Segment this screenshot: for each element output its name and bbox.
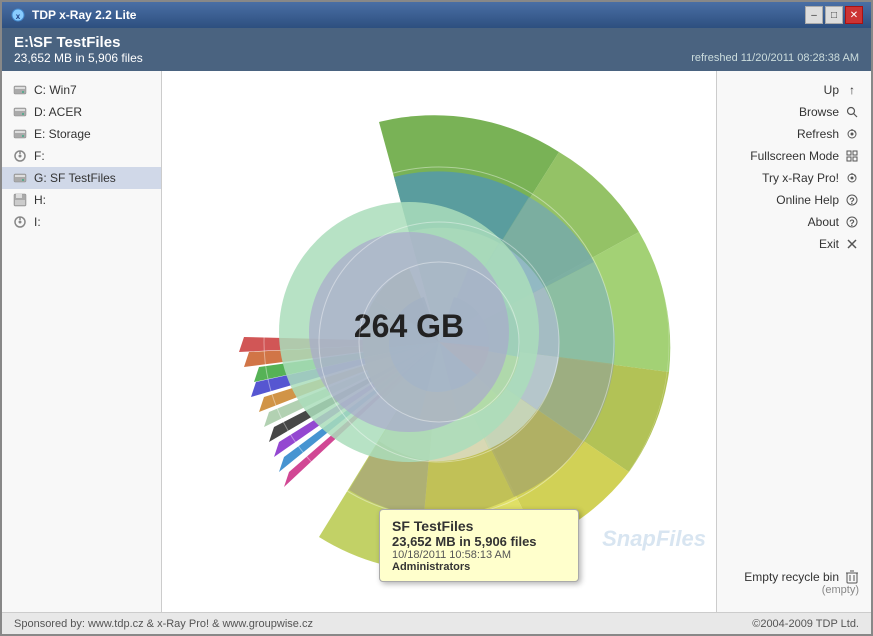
footer: Sponsored by: www.tdp.cz & x-Ray Pro! & …	[2, 612, 871, 634]
tooltip-owner: Administrators	[392, 561, 566, 573]
drive-label-i: I:	[34, 215, 41, 229]
window-controls: – □ ✕	[805, 6, 863, 24]
nav-about-label: About	[808, 215, 839, 229]
nav-fullscreen-label: Fullscreen Mode	[750, 149, 839, 163]
exit-icon	[845, 237, 859, 251]
tooltip-date: 10/18/2011 10:58:13 AM	[392, 549, 566, 561]
drive-item-f[interactable]: F:	[2, 145, 161, 167]
svg-text:x: x	[16, 12, 21, 21]
svg-text:264 GB: 264 GB	[354, 308, 464, 344]
recycle-status: (empty)	[729, 584, 859, 596]
xraypro-icon	[845, 171, 859, 185]
nav-up-label: Up	[824, 83, 839, 97]
chart-area[interactable]: 264 GB SnapFiles SF TestFiles 23,652 MB …	[162, 71, 716, 612]
nav-about[interactable]: About ?	[717, 211, 871, 233]
nav-browse[interactable]: Browse	[717, 101, 871, 123]
nav-help-label: Online Help	[776, 193, 839, 207]
tooltip-size: 23,652 MB in 5,906 files	[392, 534, 566, 549]
drive-list: C: Win7 D: ACER	[2, 71, 162, 612]
recycle-section: Empty recycle bin (empty)	[717, 562, 871, 604]
nav-exit-label: Exit	[819, 237, 839, 251]
drive-label-d: D: ACER	[34, 105, 82, 119]
nav-xraypro[interactable]: Try x-Ray Pro!	[717, 167, 871, 189]
hdd-icon-e	[12, 126, 28, 142]
drive-item-i[interactable]: I:	[2, 211, 161, 233]
svg-text:?: ?	[849, 196, 855, 206]
drive-item-g[interactable]: G: SF TestFiles	[2, 167, 161, 189]
title-bar-left: x TDP x-Ray 2.2 Lite	[10, 7, 136, 23]
drive-item-c[interactable]: C: Win7	[2, 79, 161, 101]
hdd-icon-g	[12, 170, 28, 186]
nav-fullscreen[interactable]: Fullscreen Mode	[717, 145, 871, 167]
tooltip-title: SF TestFiles	[392, 518, 566, 534]
nav-help[interactable]: Online Help ?	[717, 189, 871, 211]
minimize-button[interactable]: –	[805, 6, 823, 24]
recycle-icon	[845, 570, 859, 584]
nav-refresh-label: Refresh	[797, 127, 839, 141]
hdd-icon-c	[12, 82, 28, 98]
file-size-info: 23,652 MB in 5,906 files	[14, 51, 143, 65]
svg-text:?: ?	[849, 218, 855, 228]
main-content: C: Win7 D: ACER	[2, 71, 871, 612]
header: E:\SF TestFiles 23,652 MB in 5,906 files…	[2, 28, 871, 71]
up-icon: ↑	[845, 83, 859, 97]
main-window: x TDP x-Ray 2.2 Lite – □ ✕ E:\SF TestFil…	[0, 0, 873, 636]
recycle-label: Empty recycle bin	[744, 570, 839, 584]
about-icon: ?	[845, 215, 859, 229]
header-info: 23,652 MB in 5,906 files refreshed 11/20…	[14, 51, 859, 65]
drive-item-e[interactable]: E: Storage	[2, 123, 161, 145]
hdd-icon-d	[12, 104, 28, 120]
removable-icon-i	[12, 214, 28, 230]
current-path: E:\SF TestFiles	[14, 34, 859, 51]
tooltip: SF TestFiles 23,652 MB in 5,906 files 10…	[379, 509, 579, 582]
drive-item-h[interactable]: H:	[2, 189, 161, 211]
help-icon: ?	[845, 193, 859, 207]
drive-label-h: H:	[34, 193, 46, 207]
empty-recycle-button[interactable]: Empty recycle bin	[729, 570, 859, 584]
browse-icon	[845, 105, 859, 119]
app-title: TDP x-Ray 2.2 Lite	[32, 8, 136, 22]
sponsor-text: Sponsored by: www.tdp.cz & x-Ray Pro! & …	[14, 618, 313, 630]
close-button[interactable]: ✕	[845, 6, 863, 24]
app-icon: x	[10, 7, 26, 23]
nav-refresh[interactable]: Refresh	[717, 123, 871, 145]
drive-label-c: C: Win7	[34, 83, 77, 97]
nav-up[interactable]: Up ↑	[717, 79, 871, 101]
drive-label-e: E: Storage	[34, 127, 91, 141]
nav-browse-label: Browse	[799, 105, 839, 119]
maximize-button[interactable]: □	[825, 6, 843, 24]
nav-xraypro-label: Try x-Ray Pro!	[762, 171, 839, 185]
refresh-time: refreshed 11/20/2011 08:28:38 AM	[691, 52, 859, 64]
nav-panel: Up ↑ Browse Refresh	[716, 71, 871, 612]
copyright-text: ©2004-2009 TDP Ltd.	[752, 618, 859, 630]
save-icon-h	[12, 192, 28, 208]
title-bar: x TDP x-Ray 2.2 Lite – □ ✕	[2, 2, 871, 28]
drive-label-g: G: SF TestFiles	[34, 171, 116, 185]
nav-exit[interactable]: Exit	[717, 233, 871, 255]
drive-item-d[interactable]: D: ACER	[2, 101, 161, 123]
drive-label-f: F:	[34, 149, 45, 163]
removable-icon-f	[12, 148, 28, 164]
refresh-icon	[845, 127, 859, 141]
fullscreen-icon	[845, 149, 859, 163]
